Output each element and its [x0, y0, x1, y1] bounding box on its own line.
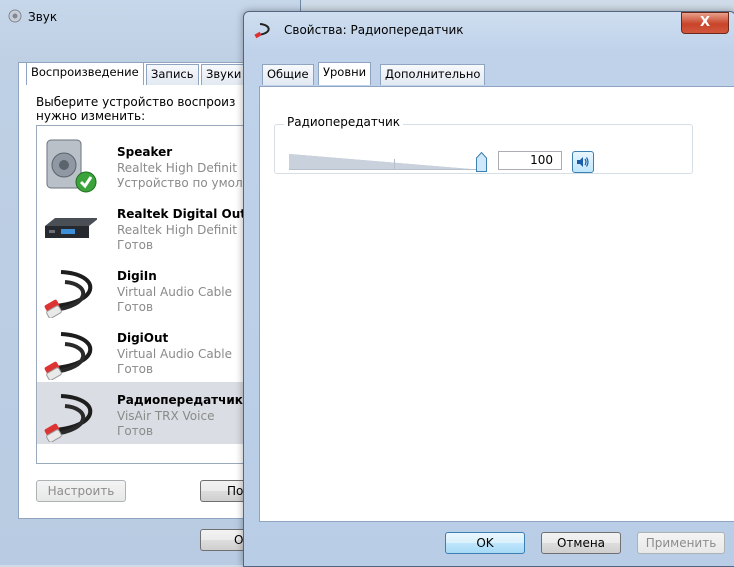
instruction-text: Выберите устройство воспроиз — [36, 95, 236, 109]
device-name: Speaker — [117, 145, 173, 159]
volume-slider-line — [289, 169, 482, 170]
levels-tab-panel: Радиопередатчик 100 — [259, 86, 734, 522]
device-status: Устройство по умол — [117, 176, 243, 190]
volume-slider-thumb[interactable] — [475, 152, 487, 172]
device-status: Готов — [117, 362, 154, 376]
device-name: DigiIn — [117, 269, 157, 283]
device-status: Готов — [117, 424, 154, 438]
close-button[interactable]: X — [681, 12, 729, 34]
audio-cable-icon — [44, 394, 93, 442]
speaker-icon — [46, 139, 97, 193]
device-name: Радиопередатчик — [117, 393, 243, 407]
device-driver: Virtual Audio Cable — [117, 347, 233, 361]
device-driver: Realtek High Definit — [117, 223, 237, 237]
slider-tick — [394, 159, 395, 169]
group-label: Радиопередатчик — [284, 115, 404, 129]
window-title: Звук — [28, 10, 58, 24]
device-driver: Virtual Audio Cable — [117, 285, 233, 299]
mute-button[interactable] — [572, 151, 594, 173]
audio-cable-icon — [44, 270, 93, 318]
device-status: Готов — [117, 238, 154, 252]
sound-app-icon — [8, 9, 22, 23]
cable-app-icon — [254, 23, 270, 39]
tab-sounds[interactable]: Звуки — [201, 64, 247, 85]
tab-general[interactable]: Общие — [262, 64, 314, 85]
ok-button[interactable]: OK — [445, 532, 525, 554]
device-name: DigiOut — [117, 331, 169, 345]
tab-advanced[interactable]: Дополнительно — [380, 64, 486, 85]
tab-recording[interactable]: Запись — [146, 64, 199, 85]
apply-button[interactable]: Применить — [637, 532, 725, 554]
device-status: Готов — [117, 300, 154, 314]
device-driver: Realtek High Definit — [117, 161, 237, 175]
volume-value-field[interactable]: 100 — [498, 151, 562, 170]
properties-body: Радиопередатчик 100 Общие Уровни Дополни… — [259, 60, 734, 566]
device-driver: VisAir TRX Voice — [117, 409, 215, 423]
properties-window: Свойства: Радиопередатчик X Радиопередат… — [243, 11, 734, 567]
cancel-button[interactable]: Отмена — [541, 532, 621, 554]
digital-output-icon — [45, 218, 97, 238]
volume-slider-track — [289, 154, 482, 170]
tab-playback[interactable]: Воспроизведение — [26, 62, 144, 85]
configure-button[interactable]: Настроить — [36, 480, 126, 502]
speaker-icon — [577, 157, 589, 167]
device-name: Realtek Digital Outp — [117, 207, 255, 221]
tab-levels[interactable]: Уровни — [318, 62, 372, 85]
audio-cable-icon — [44, 332, 93, 380]
instruction-text-2: нужно изменить: — [36, 109, 146, 123]
window-title: Свойства: Радиопередатчик — [284, 23, 464, 37]
